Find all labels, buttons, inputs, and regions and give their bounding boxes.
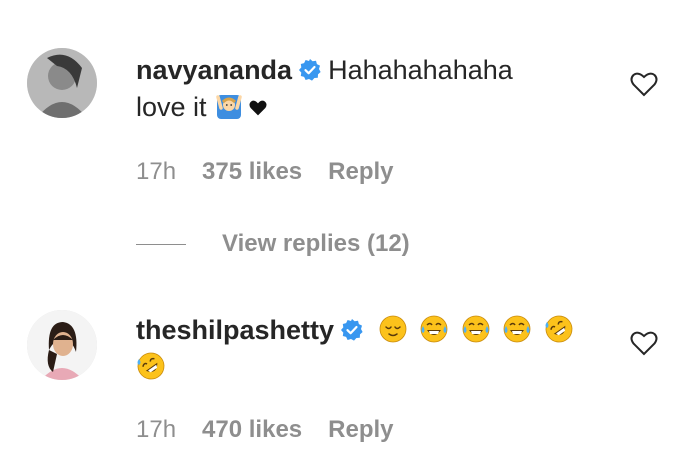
comment-body: theshilpashetty [136, 312, 606, 386]
view-replies-divider [136, 243, 186, 245]
comment-meta: 17h 470 likes Reply [136, 416, 394, 444]
view-replies-button[interactable]: View replies (12) [136, 230, 410, 258]
heart-like-icon[interactable] [630, 330, 658, 356]
heart-like-icon[interactable] [630, 71, 658, 97]
profile-photo [27, 48, 97, 118]
black-heart-icon [249, 100, 267, 116]
avatar[interactable] [27, 48, 97, 118]
tears-of-joy-icon [462, 315, 489, 343]
tears-of-joy-icon [420, 315, 448, 343]
avatar[interactable] [27, 310, 97, 380]
rolling-on-floor-laughing-icon [545, 315, 573, 343]
comment-meta: 17h 375 likes Reply [136, 158, 394, 186]
comment-time: 17h [136, 158, 177, 185]
username-link[interactable]: theshilpashetty [136, 315, 334, 345]
comment-line2: love it [136, 89, 606, 126]
comment-time: 17h [136, 416, 177, 443]
comment-text-line2: love it [136, 92, 207, 122]
reply-button[interactable]: Reply [328, 158, 393, 186]
profile-photo [27, 310, 97, 380]
verified-badge-icon [299, 59, 321, 81]
comment-navyananda: navyananda Hahahahahaha love it 17h 375 … [0, 0, 700, 257]
verified-badge-icon [341, 319, 363, 341]
comment-line2 [136, 349, 606, 386]
rolling-on-floor-laughing-icon [137, 352, 165, 380]
relieved-face-icon [379, 315, 406, 343]
username-link[interactable]: navyananda [136, 55, 292, 85]
likes-count-link[interactable]: 470 likes [202, 416, 302, 444]
raising-hands-person-emoji-icon [216, 95, 242, 119]
likes-count-link[interactable]: 375 likes [202, 158, 302, 186]
comment-theshilpashetty: theshilpashetty 17h 470 likes Reply [0, 290, 700, 462]
comment-text-line1: Hahahahahaha [328, 55, 513, 85]
comment-body: navyananda Hahahahahaha love it [136, 52, 606, 126]
view-replies-label: View replies (12) [222, 230, 410, 257]
reply-button[interactable]: Reply [328, 416, 393, 444]
tears-of-joy-icon [503, 315, 531, 343]
